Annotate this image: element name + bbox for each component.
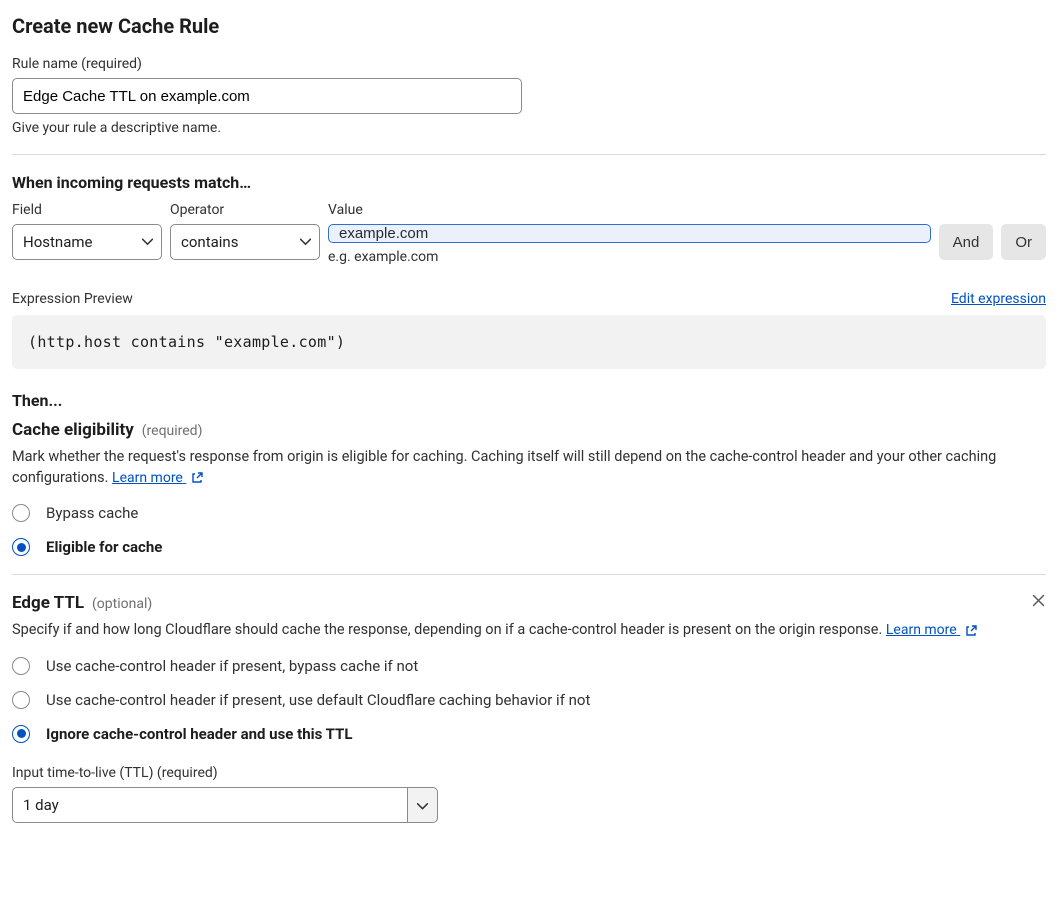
value-input[interactable]: [328, 224, 931, 243]
field-select[interactable]: Hostname: [12, 224, 162, 260]
radio-cc-default[interactable]: [12, 691, 30, 709]
chevron-down-icon: [300, 239, 311, 246]
value-hint: e.g. example.com: [328, 249, 931, 265]
match-heading: When incoming requests match…: [12, 173, 1046, 192]
edge-ttl-optional-tag: (optional): [92, 596, 152, 612]
page-title: Create new Cache Rule: [12, 14, 1046, 38]
or-button[interactable]: Or: [1001, 224, 1046, 260]
then-heading: Then...: [12, 391, 1046, 410]
expression-label: Expression Preview: [12, 291, 133, 307]
chevron-down-icon: [417, 795, 428, 814]
radio-eligible-for-cache-label: Eligible for cache: [46, 538, 162, 556]
radio-bypass-cache[interactable]: [12, 504, 30, 522]
rule-name-input[interactable]: [12, 78, 522, 114]
rule-name-label: Rule name (required): [12, 56, 1046, 72]
eligibility-required-tag: (required): [142, 423, 203, 439]
radio-cc-default-label: Use cache-control header if present, use…: [46, 691, 590, 709]
radio-ignore-cc-label: Ignore cache-control header and use this…: [46, 725, 352, 743]
ttl-select[interactable]: 1 day: [12, 787, 408, 823]
operator-select[interactable]: contains: [170, 224, 320, 260]
edit-expression-link[interactable]: Edit expression: [951, 291, 1046, 307]
radio-ignore-cc[interactable]: [12, 725, 30, 743]
edge-ttl-title: Edge TTL: [12, 593, 84, 613]
radio-eligible-for-cache[interactable]: [12, 538, 30, 556]
eligibility-learn-more-link[interactable]: Learn more: [112, 470, 204, 486]
field-label: Field: [12, 202, 162, 218]
radio-cc-bypass[interactable]: [12, 657, 30, 675]
ttl-dropdown-button[interactable]: [408, 787, 438, 823]
radio-cc-bypass-label: Use cache-control header if present, byp…: [46, 657, 418, 675]
radio-bypass-cache-label: Bypass cache: [46, 504, 138, 522]
value-label: Value: [328, 202, 931, 218]
operator-label: Operator: [170, 202, 320, 218]
eligibility-title: Cache eligibility: [12, 420, 134, 440]
chevron-down-icon: [142, 239, 153, 246]
edge-ttl-learn-more-link[interactable]: Learn more: [886, 622, 978, 638]
close-icon[interactable]: [1031, 593, 1046, 612]
edge-ttl-desc: Specify if and how long Cloudflare shoul…: [12, 621, 882, 638]
external-link-icon: [190, 471, 204, 485]
field-select-value: Hostname: [23, 233, 92, 251]
operator-select-value: contains: [181, 233, 238, 251]
and-button[interactable]: And: [939, 224, 994, 260]
rule-name-help: Give your rule a descriptive name.: [12, 120, 1046, 136]
ttl-select-value: 1 day: [23, 796, 59, 814]
ttl-label: Input time-to-live (TTL) (required): [12, 765, 1046, 781]
expression-preview: (http.host contains "example.com"): [12, 315, 1046, 369]
external-link-icon: [964, 624, 978, 638]
